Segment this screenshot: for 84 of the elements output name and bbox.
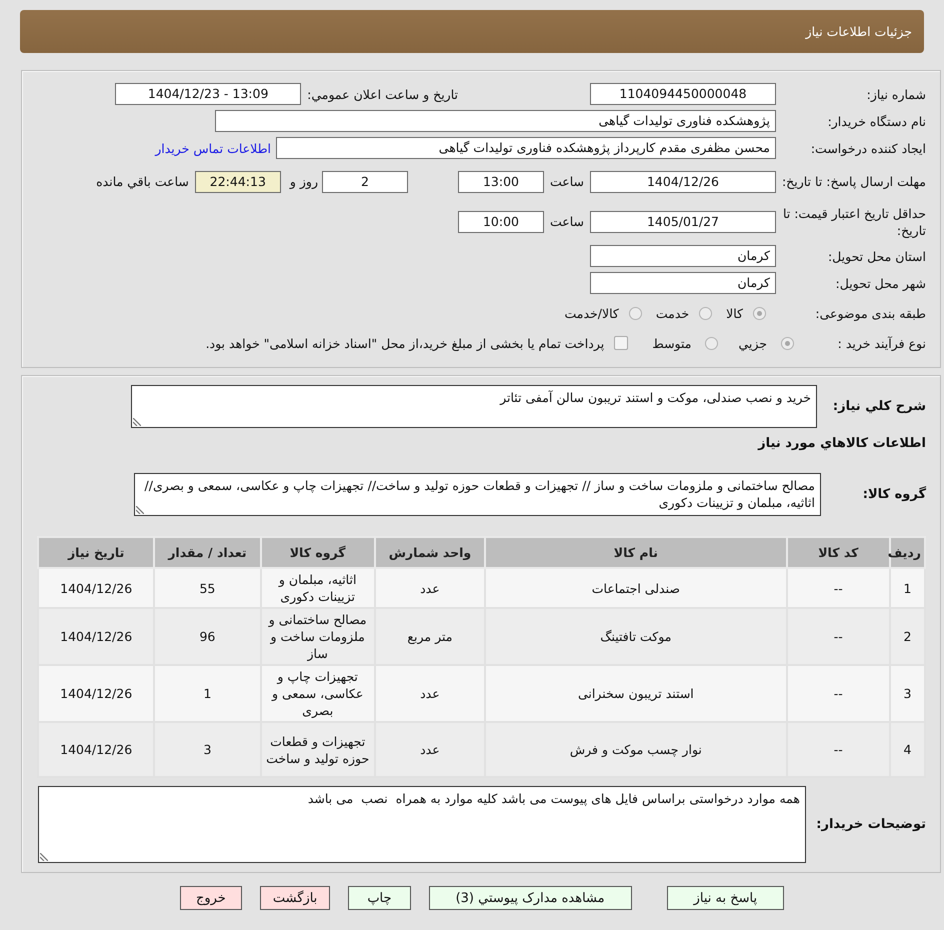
- announce-date-field[interactable]: 1404/12/23 - 13:09: [115, 83, 302, 105]
- table-cell: صندلی اجتماعات: [485, 568, 787, 608]
- table-cell: 4: [890, 722, 925, 777]
- attachments-button[interactable]: مشاهده مدارک پیوستي (3): [428, 886, 632, 910]
- table-cell: نوار چسب موکت و فرش: [485, 722, 787, 777]
- table-cell: 1404/12/26: [38, 608, 154, 665]
- table-cell: 1404/12/26: [38, 665, 154, 722]
- deadline-time-field[interactable]: 13:00: [458, 170, 544, 192]
- notes-field[interactable]: همه موارد درخواستی براساس فایل های پیوست می باشد کلیه موارد به همراه نصب می باشد: [38, 786, 806, 863]
- back-button[interactable]: بازگشت: [260, 886, 330, 910]
- table-cell: 3: [890, 665, 925, 722]
- table-cell: 1: [154, 665, 261, 722]
- table-cell: عدد: [374, 722, 486, 777]
- field-label: طبقه بندی موضوعی:: [814, 304, 926, 322]
- table-cell: اثاثیه، مبلمان و تزیینات دکوری: [260, 568, 375, 608]
- radio-label: کالا/خدمت: [564, 306, 619, 320]
- field-label: شهر محل تحویل:: [834, 274, 926, 292]
- remaining-time-field[interactable]: 22:44:13: [194, 170, 281, 192]
- table-cell: مصالح ساختمانی و ملزومات ساخت و ساز: [260, 608, 375, 665]
- table-cell: --: [786, 608, 890, 665]
- table-cell: عدد: [374, 665, 486, 722]
- field-label: استان محل تحویل:: [826, 248, 926, 264]
- province-field[interactable]: کرمان: [590, 245, 776, 267]
- field-label: نام دستگاه خریدار:: [826, 112, 926, 130]
- table-cell: تجهیزات چاپ و عکاسی، سمعی و بصری: [260, 665, 375, 722]
- field-label: ایجاد کننده درخواست:: [810, 140, 926, 156]
- table-cell: 55: [154, 568, 261, 608]
- table-cell: 1404/12/26: [38, 568, 154, 608]
- time-label: ساعت: [550, 214, 584, 229]
- column-header: کد کالا: [786, 537, 890, 568]
- time-label: ساعت: [550, 174, 584, 189]
- exit-button[interactable]: خروج: [180, 886, 242, 910]
- field-label: حداقل تاریخ اعتبار قیمت: تا تاریخ:: [782, 204, 926, 238]
- resize-grip-icon[interactable]: [133, 418, 141, 426]
- resize-grip-icon[interactable]: [40, 853, 48, 861]
- table-cell: 1: [890, 568, 925, 608]
- table-cell: --: [786, 665, 890, 722]
- field-label: تاریخ و ساعت اعلان عمومي:: [307, 86, 458, 102]
- contact-link[interactable]: اطلاعات تماس خریدار: [155, 140, 271, 156]
- description-field[interactable]: خرید و نصب صندلی، موکت و استند تریبون سالن آمفی تئاتر: [131, 385, 817, 428]
- field-label: شرح کلي نیاز:: [832, 398, 926, 416]
- column-header: ردیف: [890, 537, 925, 568]
- column-header: نام کالا: [485, 537, 787, 568]
- table-cell: --: [786, 722, 890, 777]
- table-cell: --: [786, 568, 890, 608]
- field-label: مهلت ارسال پاسخ: تا تاریخ:: [780, 173, 926, 190]
- table-cell: 2: [890, 608, 925, 665]
- table-cell: 1404/12/26: [38, 722, 154, 777]
- need-number-field[interactable]: 1104094450000048: [590, 83, 776, 105]
- column-header: واحد شمارش: [374, 537, 486, 568]
- resize-grip-icon[interactable]: [136, 506, 144, 514]
- buyer-name-field[interactable]: پژوهشکده فناوری تولیدات گیاهی: [215, 110, 776, 132]
- table-cell: متر مربع: [374, 608, 486, 665]
- validity-time-field[interactable]: 10:00: [458, 210, 544, 232]
- print-button[interactable]: چاپ: [348, 886, 411, 910]
- column-header: تعداد / مقدار: [154, 537, 261, 568]
- column-header: گروه کالا: [260, 537, 375, 568]
- table-cell: 96: [154, 608, 261, 665]
- table-cell: استند تریبون سخنرانی: [485, 665, 787, 722]
- days-field[interactable]: 2: [322, 170, 408, 192]
- goods-group-field[interactable]: مصالح ساختمانی و ملزومات ساخت و ساز // تجهیزات و قطعات حوزه تولید و ساخت// تجهیزات چاپ و عکاسی، سمعی و بصری// اثاثیه، مبلمان و تزیینات دکوری: [134, 473, 821, 516]
- requester-field[interactable]: محسن مظفری مقدم کارپرداز پژوهشکده فناوری تولیدات گیاهی: [276, 137, 776, 159]
- table-cell: عدد: [374, 568, 486, 608]
- section-heading: اطلاعات کالاهاي مورد نیاز: [756, 435, 926, 453]
- column-header: تاریخ نیاز: [38, 537, 154, 568]
- days-label: روز و: [290, 174, 318, 189]
- field-label: گروه کالا:: [862, 486, 926, 504]
- radio-label: جزيي: [738, 336, 767, 350]
- field-label: توضیحات خریدار:: [815, 816, 926, 834]
- radio-label: متوسط: [652, 336, 692, 350]
- treasury-note: پرداخت تمام یا بخشی از مبلغ خرید،از محل "اسناد خزانه اسلامی" خواهد بود.: [206, 336, 604, 350]
- deadline-date-field[interactable]: 1404/12/26: [590, 170, 776, 192]
- remaining-label: ساعت باقي مانده: [96, 174, 189, 189]
- table-cell: تجهیزات و قطعات حوزه تولید و ساخت: [260, 722, 375, 777]
- radio-label: خدمت: [656, 306, 690, 320]
- city-field[interactable]: کرمان: [590, 272, 776, 294]
- reply-button[interactable]: پاسخ به نیاز: [666, 886, 784, 910]
- radio-label: کالا: [726, 306, 743, 320]
- field-label: شماره نیاز:: [866, 86, 926, 102]
- table-cell: موکت تافتینگ: [485, 608, 787, 665]
- field-label: نوع فرآیند خرید :: [836, 334, 926, 352]
- page-title: جزئیات اطلاعات نیاز: [806, 24, 912, 39]
- validity-date-field[interactable]: 1405/01/27: [590, 210, 776, 232]
- table-cell: 3: [154, 722, 261, 777]
